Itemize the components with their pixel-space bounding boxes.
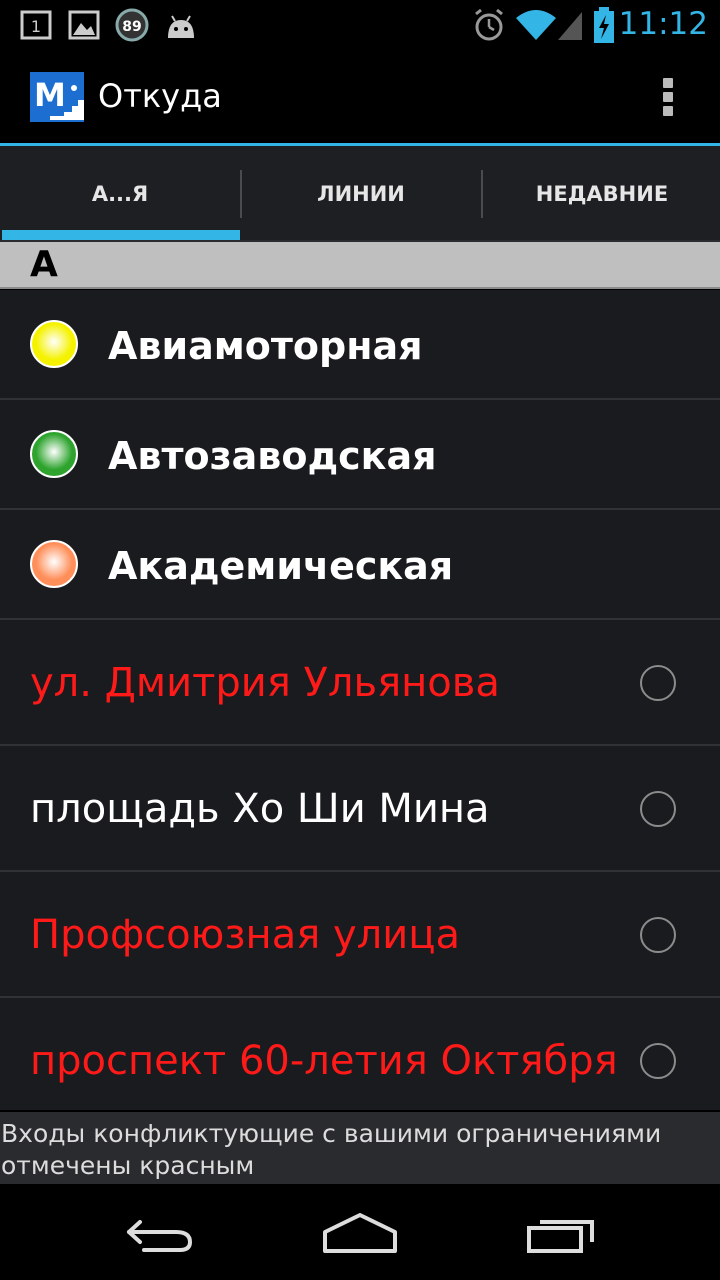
navigation-bar — [0, 1184, 720, 1280]
tab-alphabetical[interactable]: А...Я — [0, 146, 240, 242]
section-letter: А — [30, 244, 58, 285]
entrance-name: проспект 60-летия Октября — [30, 1038, 618, 1084]
conflict-legend-note: Входы конфликтующие с вашими ограничения… — [0, 1112, 720, 1184]
entrance-name: ул. Дмитрия Ульянова — [30, 660, 500, 706]
signal-icon — [558, 12, 582, 40]
tab-lines[interactable]: ЛИНИИ — [241, 146, 481, 242]
overflow-menu-icon[interactable] — [661, 78, 675, 118]
tab-bar: А...Я ЛИНИИ НЕДАВНИЕ — [0, 146, 720, 242]
home-icon[interactable] — [322, 1212, 398, 1254]
notification-count-icon: 1 — [20, 10, 52, 40]
station-name: Академическая — [108, 544, 454, 588]
entrance-name: площадь Хо Ши Мина — [30, 786, 490, 832]
badge-89-icon: 89 — [115, 8, 149, 42]
wifi-icon — [516, 10, 556, 40]
line-color-dot — [30, 540, 78, 588]
battery-charging-icon — [594, 7, 614, 43]
entrance-radio[interactable] — [640, 665, 676, 701]
station-name: Авиамоторная — [108, 324, 423, 368]
station-name: Автозаводская — [108, 434, 437, 478]
recents-icon[interactable] — [526, 1214, 598, 1254]
entrance-radio[interactable] — [640, 791, 676, 827]
line-color-dot — [30, 320, 78, 368]
line-color-dot — [30, 430, 78, 478]
station-list[interactable]: Авиамоторная Автозаводская Академическая… — [0, 290, 720, 1110]
entrance-radio[interactable] — [640, 917, 676, 953]
entrance-row[interactable]: ул. Дмитрия Ульянова — [0, 620, 720, 746]
badge-89-value: 89 — [122, 19, 141, 35]
tab-selected-indicator — [2, 230, 240, 240]
notification-count: 1 — [31, 17, 41, 36]
metro-logo-icon[interactable]: M — [30, 72, 84, 122]
action-bar: M Откуда — [0, 50, 720, 144]
status-bar: 1 89 11:12 — [0, 0, 720, 50]
alarm-icon — [475, 8, 503, 41]
section-header: А — [0, 242, 720, 289]
page-title: Откуда — [98, 77, 222, 115]
note-line-1: Входы конфликтующие с вашими ограничения… — [1, 1119, 662, 1148]
back-icon[interactable] — [126, 1214, 194, 1254]
svg-text:M: M — [34, 76, 66, 114]
tab-recent[interactable]: НЕДАВНИЕ — [482, 146, 720, 242]
station-row[interactable]: Автозаводская — [0, 400, 720, 510]
note-line-2: отмечены красным — [1, 1151, 255, 1180]
status-time: 11:12 — [618, 6, 708, 42]
gallery-icon — [68, 10, 100, 40]
entrance-row[interactable]: Профсоюзная улица — [0, 872, 720, 998]
entrance-name: Профсоюзная улица — [30, 912, 460, 958]
entrance-radio[interactable] — [640, 1043, 676, 1079]
station-row[interactable]: Авиамоторная — [0, 290, 720, 400]
entrance-row[interactable]: проспект 60-летия Октября — [0, 998, 720, 1110]
station-row[interactable]: Академическая — [0, 510, 720, 620]
android-icon — [168, 15, 194, 38]
entrance-row[interactable]: площадь Хо Ши Мина — [0, 746, 720, 872]
